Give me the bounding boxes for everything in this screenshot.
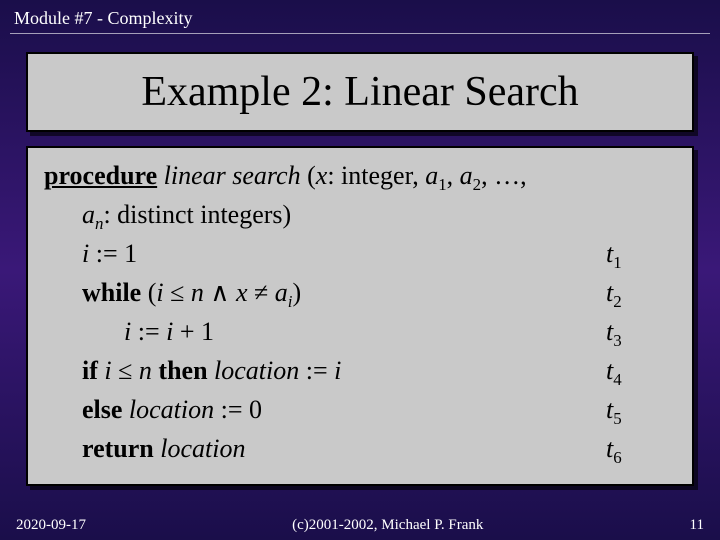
line-while: while (i ≤ n ∧ x ≠ ai) t2 [44,275,676,314]
proc-name: linear search [164,161,301,190]
module-header: Module #7 - Complexity [0,0,720,33]
footer-page: 11 [690,517,704,534]
slide-title: Example 2: Linear Search [141,69,578,115]
footer-copyright: (c)2001-2002, Michael P. Frank [292,517,483,534]
line-else: else location := 0 t5 [44,392,676,431]
title-box: Example 2: Linear Search [26,52,694,132]
line-increment: i := i + 1 t3 [44,314,676,353]
line-init: i := 1 t1 [44,236,676,275]
footer-date: 2020-09-17 [16,517,86,534]
algorithm-box: procedure linear search (x: integer, a1,… [26,146,694,486]
footer: 2020-09-17 (c)2001-2002, Michael P. Fran… [0,517,720,534]
line-if: if i ≤ n then location := i t4 [44,353,676,392]
header-rule [10,33,710,34]
proc-line1: procedure linear search (x: integer, a1,… [44,158,676,197]
proc-line2: an: distinct integers) [44,197,676,236]
kw-procedure: procedure [44,161,157,190]
line-return: return location t6 [44,431,676,470]
